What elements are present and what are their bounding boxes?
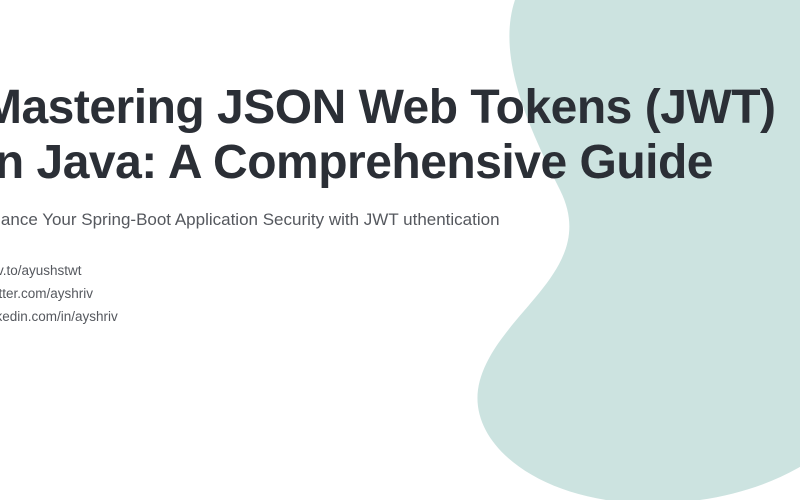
social-links: dev.to/ayushstwt twitter.com/ayshriv lin… bbox=[0, 261, 780, 328]
content-container: Mastering JSON Web Tokens (JWT) in Java:… bbox=[0, 0, 800, 328]
link-devto: dev.to/ayushstwt bbox=[0, 261, 780, 282]
link-linkedin: linkedin.com/in/ayshriv bbox=[0, 307, 780, 328]
page-subtitle: nhance Your Spring-Boot Application Secu… bbox=[0, 208, 502, 233]
page-title: Mastering JSON Web Tokens (JWT) in Java:… bbox=[0, 80, 780, 190]
link-twitter: twitter.com/ayshriv bbox=[0, 284, 780, 305]
